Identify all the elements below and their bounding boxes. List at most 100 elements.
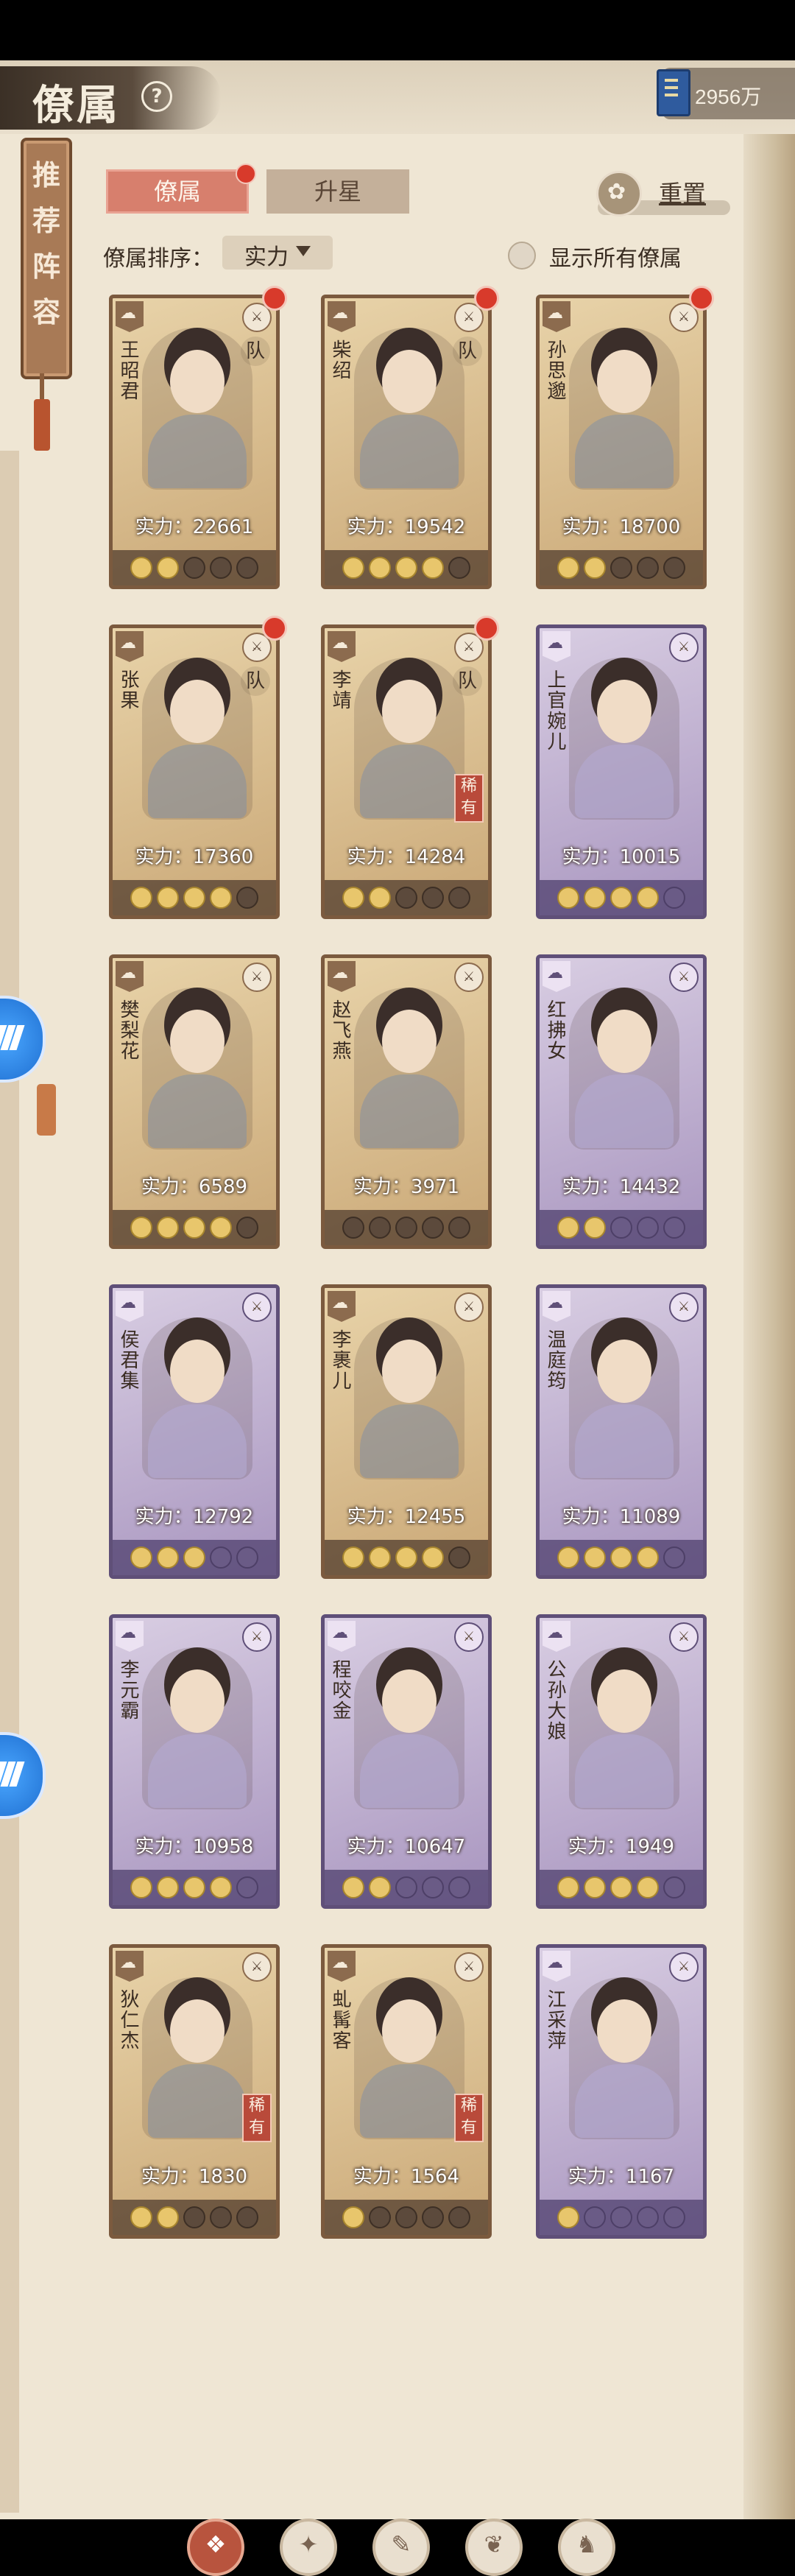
bottom-nav-4[interactable]: ❦ xyxy=(465,2519,523,2576)
retainer-card[interactable]: ☁ ⚔ 柴绍队实力：19542 xyxy=(321,295,492,589)
sort-select[interactable]: 实力 xyxy=(222,236,333,270)
power-value: 实力：18700 xyxy=(562,516,681,538)
notification-dot xyxy=(262,286,287,311)
class-ribbon-icon: ☁ xyxy=(543,1951,570,1982)
team-badge: 队 xyxy=(241,666,270,696)
power-value: 实力：1167 xyxy=(568,2166,675,2188)
class-ribbon-icon: ☁ xyxy=(328,961,356,992)
class-ribbon-icon: ☁ xyxy=(116,1951,144,1982)
moon-star-icon xyxy=(422,2206,444,2228)
show-all-radio[interactable] xyxy=(508,242,536,270)
retainer-name: 赵飞燕 xyxy=(329,999,351,1061)
moon-star-icon xyxy=(369,1546,391,1569)
moon-star-icon xyxy=(610,887,632,909)
star-rating xyxy=(540,1870,703,1905)
power-value: 实力：12455 xyxy=(347,1506,466,1528)
power-value: 实力：1830 xyxy=(141,2166,248,2188)
moon-star-icon xyxy=(663,1217,685,1239)
moon-star-icon xyxy=(395,1876,417,1898)
side-float-button-2[interactable] xyxy=(0,1732,46,1819)
power-value: 实力：10015 xyxy=(562,846,681,868)
moon-star-icon xyxy=(210,1546,232,1569)
recommend-lineup-label: 推荐阵容 xyxy=(32,158,60,328)
moon-star-icon xyxy=(157,1876,179,1898)
retainer-card[interactable]: ☁ ⚔ 孙思邈 实力：18700 xyxy=(536,295,707,589)
retainer-name: 王昭君 xyxy=(117,339,139,401)
cloud-icon: ☁ xyxy=(332,964,348,982)
retainer-card[interactable]: ☁ ⚔ 江采萍 实力：1167 xyxy=(536,1944,707,2239)
tassel-icon xyxy=(34,399,50,451)
cloud-icon: ☁ xyxy=(120,304,136,323)
moon-star-icon xyxy=(369,2206,391,2228)
help-icon[interactable]: ? xyxy=(141,81,172,112)
page-title: 僚属 xyxy=(32,81,121,130)
portrait-image xyxy=(354,328,464,490)
power-value: 实力：3971 xyxy=(353,1176,460,1198)
retainer-name: 江采萍 xyxy=(544,1989,566,2051)
retainer-card[interactable]: ☁ ⚔ 李元霸 实力：10958 xyxy=(109,1614,280,1909)
tab-retainers[interactable]: 僚属 xyxy=(106,169,249,214)
retainer-card[interactable]: ☁ ⚔ 程咬金 实力：10647 xyxy=(321,1614,492,1909)
cloud-icon: ☁ xyxy=(547,1954,563,1972)
power-value: 实力：10958 xyxy=(135,1836,254,1858)
retainer-card[interactable]: ☁ ⚔ 狄仁杰 稀有 实力：1830 xyxy=(109,1944,280,2239)
bottom-nav-5[interactable]: ♞ xyxy=(558,2519,615,2576)
moon-star-icon xyxy=(369,1876,391,1898)
recommend-lineup-button[interactable]: 推荐阵容 xyxy=(21,138,72,379)
retainer-card[interactable]: ☁ ⚔ 王昭君队实力：22661 xyxy=(109,295,280,589)
star-rating xyxy=(540,550,703,585)
moon-star-icon xyxy=(610,1546,632,1569)
power-value: 实力：19542 xyxy=(347,516,466,538)
moon-star-icon xyxy=(395,2206,417,2228)
class-ribbon-icon: ☁ xyxy=(328,1951,356,1982)
moon-star-icon xyxy=(130,1217,152,1239)
moon-star-icon xyxy=(183,1876,205,1898)
class-ribbon-icon: ☁ xyxy=(116,631,144,662)
moon-star-icon xyxy=(130,1876,152,1898)
retainer-card[interactable]: ☁ ⚔ 樊梨花 实力：6589 xyxy=(109,954,280,1249)
moon-star-icon xyxy=(610,557,632,579)
retainer-card[interactable]: ☁ ⚔ 李靖队稀有 实力：14284 xyxy=(321,624,492,919)
weapon-icon: ⚔ xyxy=(242,1952,272,1982)
moon-star-icon xyxy=(663,1546,685,1569)
retainer-card[interactable]: ☁ ⚔ 温庭筠 实力：11089 xyxy=(536,1284,707,1579)
retainer-card[interactable]: ☁ ⚔ 张果队实力：17360 xyxy=(109,624,280,919)
moon-star-icon xyxy=(395,887,417,909)
moon-star-icon xyxy=(663,2206,685,2228)
bottom-nav-3[interactable]: ✎ xyxy=(372,2519,430,2576)
moon-star-icon xyxy=(395,1217,417,1239)
portrait-image xyxy=(142,1647,252,1809)
retainer-name: 侯君集 xyxy=(117,1329,139,1391)
weapon-icon: ⚔ xyxy=(242,963,272,992)
scroll-border xyxy=(743,134,795,2519)
weapon-icon: ⚔ xyxy=(454,1622,484,1652)
retainers-page: 僚属 ? 2956万 推荐阵容 僚属 升星 重置 僚属排序： 实力 显示所有僚属… xyxy=(0,60,795,2576)
moon-star-icon xyxy=(342,2206,364,2228)
moon-star-icon xyxy=(183,1546,205,1569)
moon-star-icon xyxy=(422,1217,444,1239)
retainer-card[interactable]: ☁ ⚔ 虬髯客 稀有 实力：1564 xyxy=(321,1944,492,2239)
bottom-nav-2[interactable]: ✦ xyxy=(280,2519,337,2576)
retainer-card[interactable]: ☁ ⚔ 上官婉儿 实力：10015 xyxy=(536,624,707,919)
sort-select-value: 实力 xyxy=(244,244,289,270)
moon-star-icon xyxy=(422,557,444,579)
retainer-card[interactable]: ☁ ⚔ 红拂女 实力：14432 xyxy=(536,954,707,1249)
retainer-card[interactable]: ☁ ⚔ 公孙大娘 实力：1949 xyxy=(536,1614,707,1909)
moon-star-icon xyxy=(369,1217,391,1239)
retainer-card[interactable]: ☁ ⚔ 李裹儿 实力：12455 xyxy=(321,1284,492,1579)
bottom-nav-1[interactable]: ❖ xyxy=(187,2519,244,2576)
show-all-label[interactable]: 显示所有僚属 xyxy=(549,240,682,272)
retainer-card[interactable]: ☁ ⚔ 侯君集 实力：12792 xyxy=(109,1284,280,1579)
class-ribbon-icon: ☁ xyxy=(543,301,570,332)
retainer-card[interactable]: ☁ ⚔ 赵飞燕 实力：3971 xyxy=(321,954,492,1249)
moon-star-icon xyxy=(130,887,152,909)
moon-star-icon xyxy=(448,1217,470,1239)
retainer-name: 虬髯客 xyxy=(329,1989,351,2051)
moon-star-icon xyxy=(610,1217,632,1239)
currency-value: 2956万 xyxy=(695,85,762,108)
reset-icon[interactable] xyxy=(596,171,642,217)
tab-star-up[interactable]: 升星 xyxy=(266,169,409,214)
reset-button[interactable]: 重置 xyxy=(642,175,723,209)
moon-star-icon xyxy=(183,887,205,909)
side-float-button-1[interactable] xyxy=(0,996,46,1083)
